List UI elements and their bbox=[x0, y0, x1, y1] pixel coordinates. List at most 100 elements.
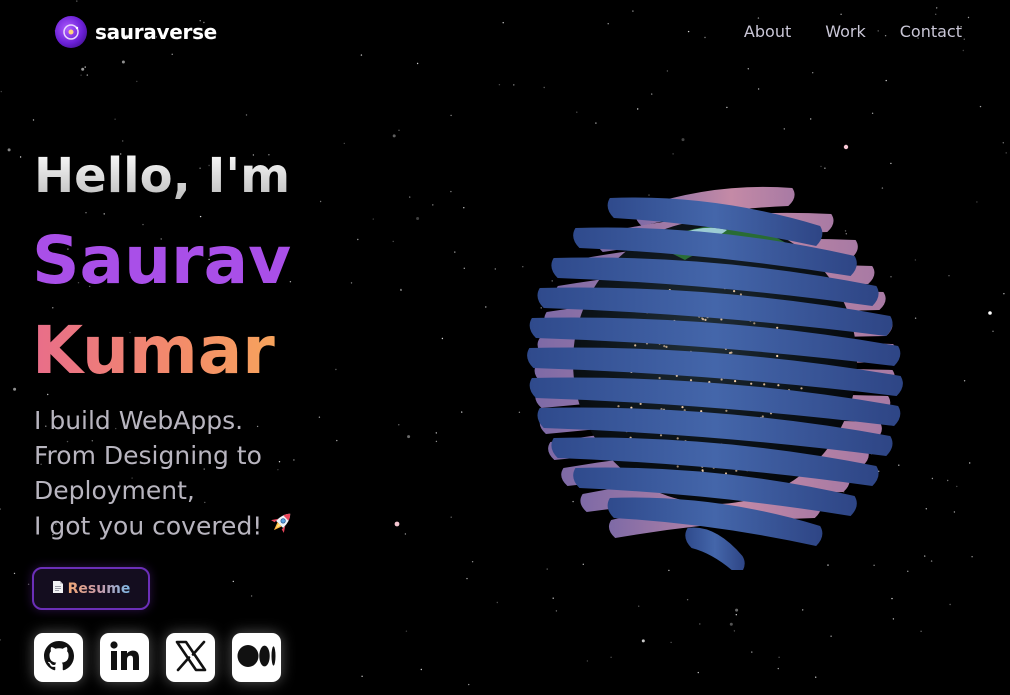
star bbox=[461, 411, 463, 413]
star bbox=[409, 196, 411, 198]
star bbox=[555, 610, 558, 612]
star bbox=[404, 533, 407, 535]
bright-star bbox=[843, 144, 849, 150]
star bbox=[485, 306, 487, 308]
star bbox=[85, 212, 87, 214]
star bbox=[969, 462, 971, 464]
star bbox=[747, 68, 749, 70]
hero-first-name: Saurav bbox=[32, 222, 292, 299]
star bbox=[641, 639, 645, 643]
resume-button[interactable]: Resume bbox=[32, 567, 150, 610]
star bbox=[920, 630, 922, 632]
star bbox=[1005, 152, 1007, 154]
star bbox=[47, 393, 49, 396]
star bbox=[450, 114, 452, 117]
city-light bbox=[689, 379, 693, 382]
star bbox=[0, 639, 1, 641]
star bbox=[463, 267, 465, 269]
star bbox=[778, 656, 780, 658]
planet-3d-illustration bbox=[527, 186, 903, 570]
tagline-line: I build WebApps. bbox=[34, 406, 244, 435]
star bbox=[350, 282, 353, 284]
city-light bbox=[681, 406, 684, 409]
star bbox=[956, 485, 958, 488]
star bbox=[136, 80, 138, 83]
city-light bbox=[720, 318, 723, 321]
star bbox=[420, 668, 422, 671]
star bbox=[802, 609, 804, 611]
rocket-icon bbox=[266, 508, 296, 547]
star bbox=[400, 289, 402, 291]
star bbox=[407, 435, 411, 439]
star bbox=[13, 387, 17, 391]
star bbox=[441, 337, 444, 340]
star bbox=[13, 572, 16, 575]
nav-link-contact[interactable]: Contact bbox=[900, 22, 962, 41]
star bbox=[830, 635, 832, 637]
brand-name: sauraverse bbox=[95, 20, 217, 44]
linkedin-link[interactable] bbox=[100, 633, 149, 682]
star bbox=[318, 416, 321, 418]
star bbox=[930, 560, 933, 562]
star bbox=[735, 608, 739, 612]
city-light bbox=[763, 383, 766, 386]
star bbox=[27, 583, 30, 585]
star bbox=[971, 556, 973, 558]
star bbox=[666, 70, 669, 72]
star bbox=[699, 623, 701, 625]
bright-star bbox=[394, 521, 400, 527]
city-light bbox=[777, 384, 780, 387]
tagline-last-line: I got you covered! bbox=[34, 508, 296, 547]
github-link[interactable] bbox=[34, 633, 83, 682]
star bbox=[450, 516, 452, 518]
star bbox=[435, 432, 437, 434]
star bbox=[948, 275, 950, 277]
brand-logo[interactable]: sauraverse bbox=[55, 16, 217, 48]
star bbox=[336, 439, 338, 442]
star bbox=[681, 138, 685, 142]
planet-band bbox=[685, 527, 745, 570]
star bbox=[250, 595, 253, 597]
star bbox=[7, 148, 11, 152]
star bbox=[357, 238, 359, 241]
star bbox=[777, 667, 779, 670]
star bbox=[86, 74, 89, 76]
x-link[interactable] bbox=[166, 633, 215, 682]
star bbox=[638, 605, 640, 607]
star bbox=[595, 122, 597, 124]
star bbox=[81, 67, 85, 71]
resume-label: Resume bbox=[67, 580, 131, 597]
star bbox=[454, 251, 456, 253]
star bbox=[80, 74, 82, 76]
star bbox=[979, 105, 982, 108]
top-navigation: sauraverse About Work Contact bbox=[0, 0, 1010, 64]
city-light bbox=[702, 318, 705, 321]
hero-tagline: I build WebApps. From Designing to Deplo… bbox=[34, 403, 296, 547]
hero-greeting: Hello, I'm bbox=[34, 148, 291, 204]
star bbox=[953, 511, 956, 513]
star bbox=[925, 508, 927, 510]
star bbox=[319, 200, 322, 203]
city-light bbox=[704, 318, 707, 321]
star bbox=[697, 671, 699, 674]
bright-star bbox=[988, 311, 992, 315]
nav-link-work[interactable]: Work bbox=[825, 22, 866, 41]
star bbox=[976, 201, 978, 203]
star bbox=[586, 660, 589, 662]
star bbox=[0, 90, 3, 93]
star bbox=[729, 622, 733, 626]
city-light bbox=[776, 326, 779, 329]
city-light bbox=[776, 354, 779, 358]
city-light bbox=[734, 380, 737, 383]
city-light bbox=[634, 344, 637, 347]
star bbox=[496, 601, 498, 604]
medium-link[interactable] bbox=[232, 633, 281, 682]
city-light bbox=[728, 351, 731, 355]
planet-logo-icon bbox=[55, 16, 87, 48]
star bbox=[543, 86, 545, 89]
social-links bbox=[34, 633, 281, 682]
city-light bbox=[639, 402, 642, 405]
star bbox=[335, 368, 337, 371]
nav-link-about[interactable]: About bbox=[744, 22, 791, 41]
city-light bbox=[676, 465, 679, 468]
